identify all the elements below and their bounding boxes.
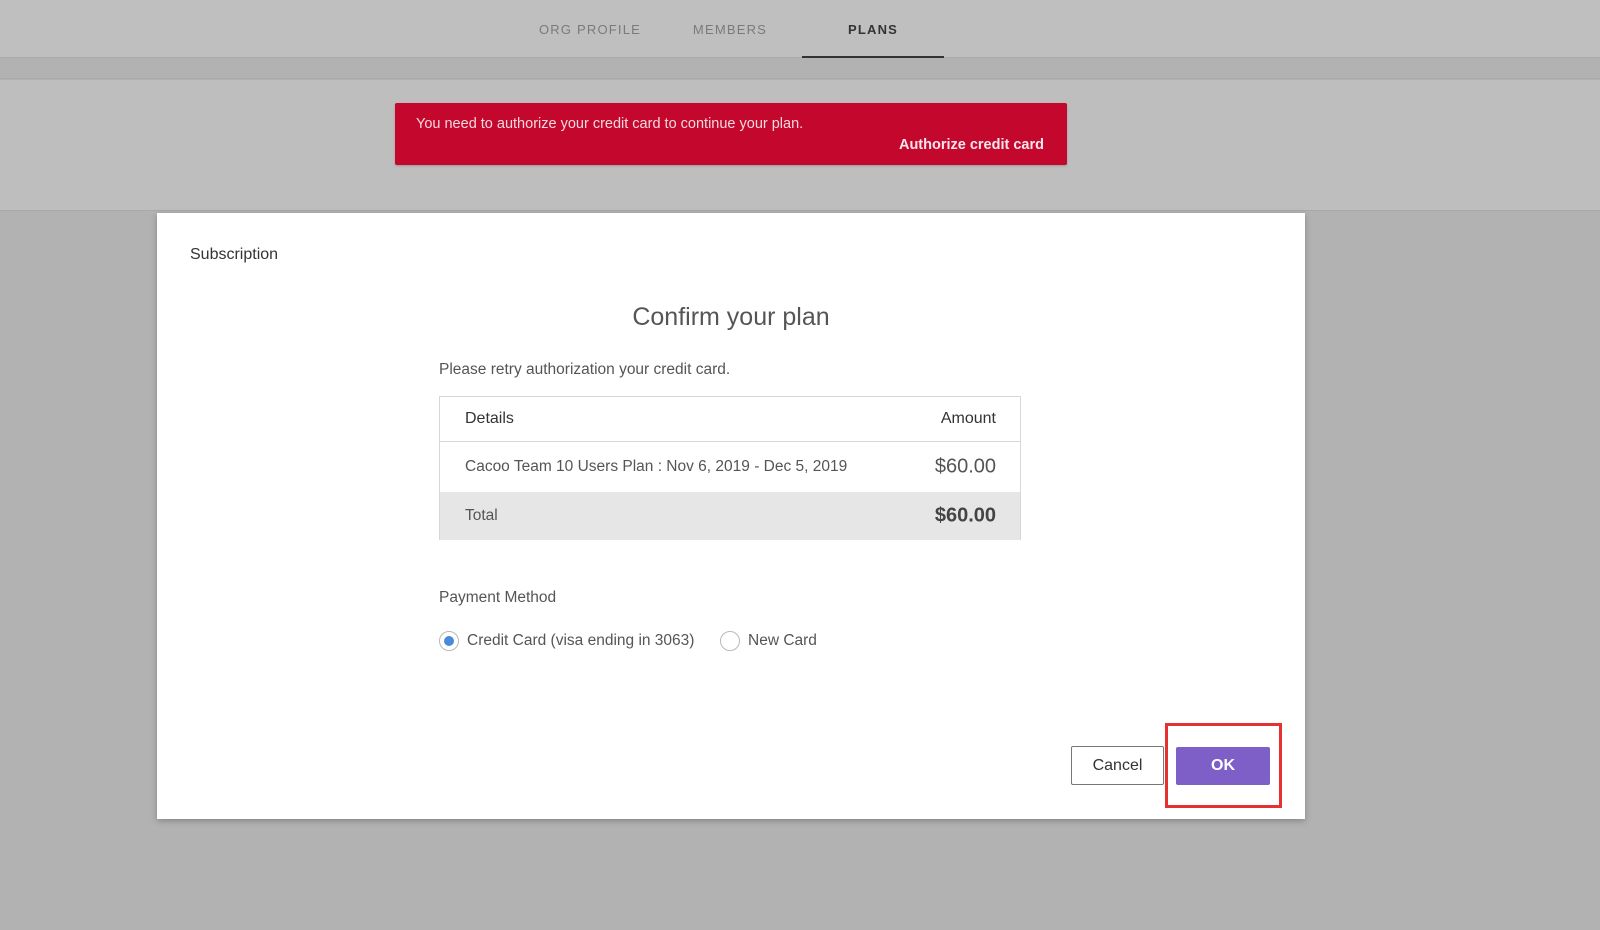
tab-plans[interactable]: PLANS	[802, 0, 944, 58]
payment-option-new-card[interactable]: New Card	[720, 631, 817, 651]
new-card-radio-label: New Card	[748, 632, 817, 649]
modal-title: Subscription	[190, 246, 279, 263]
top-nav-bar: ORG PROFILE MEMBERS PLANS	[0, 0, 1600, 58]
table-total-row: Total $60.00	[440, 492, 1020, 540]
credit-card-alert: You need to authorize your credit card t…	[395, 103, 1067, 165]
credit-card-radio[interactable]	[439, 631, 459, 651]
ok-button[interactable]: OK	[1176, 747, 1270, 785]
header-amount: Amount	[940, 410, 996, 427]
alert-message: You need to authorize your credit card t…	[416, 116, 804, 132]
confirm-plan-heading: Confirm your plan	[632, 303, 830, 331]
new-card-radio[interactable]	[720, 631, 740, 651]
total-amount: $60.00	[934, 504, 996, 527]
cancel-button[interactable]: Cancel	[1071, 746, 1164, 785]
nav-divider-strip	[0, 59, 1600, 79]
retry-note: Please retry authorization your credit c…	[439, 361, 731, 378]
credit-card-radio-label: Credit Card (visa ending in 3063)	[467, 632, 695, 649]
plan-item-amount: $60.00	[934, 455, 996, 478]
authorize-credit-card-link[interactable]: Authorize credit card	[899, 137, 1044, 153]
tab-members[interactable]: MEMBERS	[680, 0, 780, 58]
plan-details-table: Details Amount Cacoo Team 10 Users Plan …	[439, 396, 1021, 540]
tab-org-profile[interactable]: ORG PROFILE	[532, 0, 648, 58]
payment-method-label: Payment Method	[439, 589, 557, 606]
subscription-modal: Subscription Confirm your plan Please re…	[157, 213, 1305, 819]
header-details: Details	[465, 410, 514, 427]
table-row: Cacoo Team 10 Users Plan : Nov 6, 2019 -…	[440, 442, 1020, 492]
plan-item-details: Cacoo Team 10 Users Plan : Nov 6, 2019 -…	[465, 458, 848, 475]
total-label: Total	[465, 507, 498, 524]
table-header-row: Details Amount	[440, 397, 1020, 442]
payment-option-credit-card[interactable]: Credit Card (visa ending in 3063)	[439, 631, 694, 651]
